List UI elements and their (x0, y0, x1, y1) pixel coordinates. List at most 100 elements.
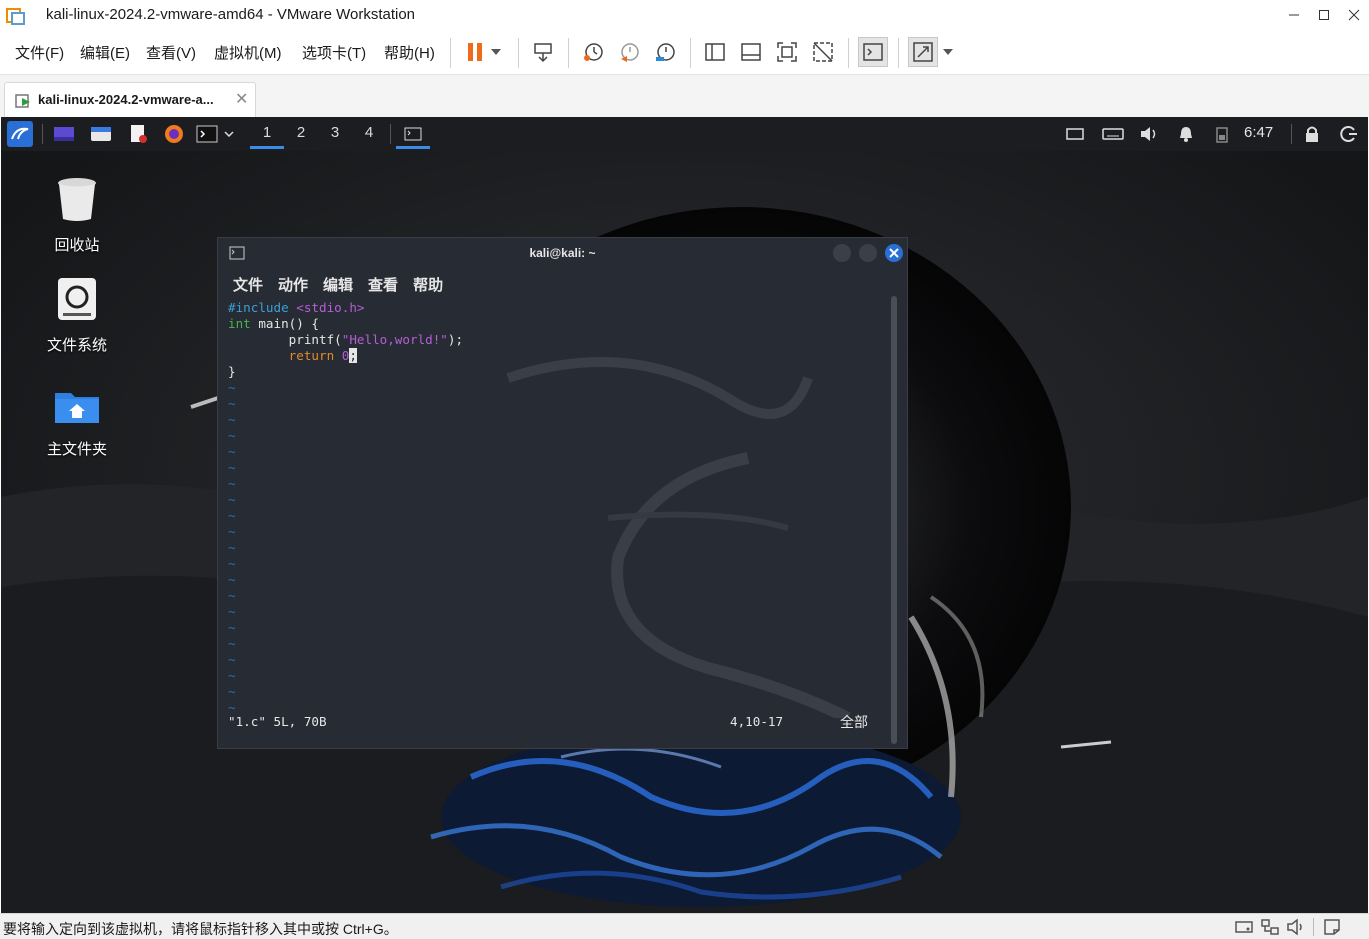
sound-card-icon[interactable] (1286, 918, 1306, 936)
vmware-window: kali-linux-2024.2-vmware-amd64 - VMware … (0, 0, 1369, 939)
kali-dragon-watermark (506, 357, 851, 718)
tab-close-icon[interactable]: ✕ (235, 89, 248, 109)
workspace-1[interactable]: 1 (250, 123, 284, 149)
unity-mode-icon[interactable] (810, 39, 836, 65)
terminal-menu-help[interactable]: 帮助 (413, 274, 443, 295)
terminal-menu-edit[interactable]: 编辑 (323, 274, 353, 295)
terminal-menubar: 文件 动作 编辑 查看 帮助 (233, 274, 443, 295)
workspace-3[interactable]: 3 (318, 123, 352, 149)
vm-tab[interactable]: kali-linux-2024.2-vmware-a... ✕ (4, 82, 256, 117)
desktop-home[interactable]: 主文件夹 (27, 387, 127, 459)
stretch-dropdown-icon[interactable] (940, 39, 956, 65)
window-title: kali-linux-2024.2-vmware-amd64 - VMware … (46, 6, 416, 23)
text-editor-icon[interactable] (127, 123, 149, 145)
vim-empty-line-marker: ~ (228, 412, 236, 427)
revert-snapshot-icon[interactable] (616, 39, 642, 65)
show-desktop-icon[interactable] (53, 123, 75, 145)
vim-empty-line-marker: ~ (228, 508, 236, 523)
terminal-close-button[interactable] (885, 244, 903, 262)
vim-scope: 全部 (840, 715, 868, 731)
vmware-logo-icon (6, 8, 25, 25)
terminal-menu-action[interactable]: 动作 (278, 274, 308, 295)
status-bar: 要将输入定向到该虚拟机，请将鼠标指针移入其中或按 Ctrl+G。 (0, 913, 1369, 939)
vim-empty-line-marker: ~ (228, 524, 236, 539)
terminal-minimize-button[interactable] (833, 244, 851, 262)
pause-dropdown-icon[interactable] (488, 39, 504, 65)
vim-empty-line-marker: ~ (228, 396, 236, 411)
network-adapter-icon[interactable] (1260, 918, 1280, 936)
terminal-menu-view[interactable]: 查看 (368, 274, 398, 295)
text-cursor: ; (349, 348, 357, 363)
vm-display[interactable]: 1 2 3 4 6:47 回收站 文件系统 主文件夹 kali@kali: ~ … (1, 117, 1368, 913)
close-button[interactable] (1339, 0, 1369, 30)
vim-empty-line-marker: ~ (228, 460, 236, 475)
vim-empty-line-marker: ~ (228, 444, 236, 459)
vim-empty-line-marker: ~ (228, 540, 236, 555)
tab-bar: kali-linux-2024.2-vmware-a... ✕ (0, 74, 1369, 117)
terminal-menu-file[interactable]: 文件 (233, 274, 263, 295)
full-screen-icon[interactable] (774, 39, 800, 65)
snapshot-manager-icon[interactable] (652, 39, 678, 65)
vm-tab-icon (15, 94, 30, 108)
terminal-scrollbar[interactable] (891, 296, 897, 744)
vim-empty-line-marker: ~ (228, 668, 236, 683)
minimize-button[interactable] (1279, 0, 1309, 30)
filesystem-label: 文件系统 (46, 337, 107, 354)
vim-empty-line-marker: ~ (228, 492, 236, 507)
vim-empty-line-marker: ~ (228, 604, 236, 619)
display-icon[interactable] (1064, 123, 1086, 145)
vim-empty-line-marker: ~ (228, 636, 236, 651)
terminal-launcher-icon[interactable] (195, 123, 219, 145)
vim-empty-line-marker: ~ (228, 684, 236, 699)
taskbar-terminal-icon[interactable] (396, 121, 430, 149)
battery-icon[interactable] (1211, 123, 1233, 145)
menu-edit[interactable]: 编辑(E) (80, 42, 130, 63)
file-manager-icon[interactable] (90, 123, 112, 145)
vim-empty-line-marker: ~ (228, 556, 236, 571)
trash-icon (58, 178, 96, 221)
panel-clock[interactable]: 6:47 (1244, 124, 1273, 141)
desktop-trash[interactable]: 回收站 (27, 175, 127, 255)
menu-toolbar: 文件(F) 编辑(E) 查看(V) 虚拟机(M) 选项卡(T) 帮助(H) (0, 32, 1369, 74)
menu-tabs[interactable]: 选项卡(T) (302, 42, 366, 63)
hard-disk-icon[interactable] (1234, 918, 1254, 936)
lock-screen-icon[interactable] (1301, 123, 1323, 145)
firefox-icon[interactable] (163, 123, 185, 145)
vim-empty-line-marker: ~ (228, 572, 236, 587)
terminal-window[interactable]: kali@kali: ~ 文件 动作 编辑 查看 帮助 #include <st… (217, 237, 908, 749)
workspace-4[interactable]: 4 (352, 123, 386, 149)
kali-menu-icon[interactable] (7, 121, 33, 147)
show-library-icon[interactable] (702, 39, 728, 65)
pause-icon[interactable] (462, 39, 488, 65)
vim-empty-line-marker: ~ (228, 652, 236, 667)
terminal-maximize-button[interactable] (859, 244, 877, 262)
home-label: 主文件夹 (46, 441, 107, 458)
menu-file[interactable]: 文件(F) (15, 42, 64, 63)
status-message: 要将输入定向到该虚拟机，请将鼠标指针移入其中或按 Ctrl+G。 (3, 921, 398, 937)
stretch-guest-icon[interactable] (908, 37, 938, 67)
vim-empty-line-marker: ~ (228, 380, 236, 395)
message-log-icon[interactable] (1322, 918, 1342, 936)
keyboard-icon[interactable] (1101, 123, 1125, 145)
vim-buffer[interactable]: #include <stdio.h> int main() { printf("H… (228, 300, 463, 716)
logout-icon[interactable] (1338, 123, 1360, 145)
thumbnail-bar-icon[interactable] (738, 39, 764, 65)
desktop-filesystem[interactable]: 文件系统 (27, 277, 127, 355)
menu-vm[interactable]: 虚拟机(M) (214, 42, 282, 63)
drive-icon (58, 278, 96, 320)
snapshot-icon[interactable] (580, 39, 606, 65)
menu-view[interactable]: 查看(V) (146, 42, 196, 63)
vim-empty-line-marker: ~ (228, 620, 236, 635)
vim-empty-line-marker: ~ (228, 588, 236, 603)
menu-help[interactable]: 帮助(H) (384, 42, 435, 63)
send-ctrl-alt-del-icon[interactable] (530, 39, 556, 65)
terminal-titlebar[interactable]: kali@kali: ~ (218, 238, 907, 268)
terminal-dropdown-icon[interactable] (222, 123, 236, 145)
maximize-button[interactable] (1309, 0, 1339, 30)
home-folder-icon (55, 393, 99, 423)
vim-empty-line-marker: ~ (228, 428, 236, 443)
workspace-2[interactable]: 2 (284, 123, 318, 149)
console-view-icon[interactable] (858, 37, 888, 67)
volume-icon[interactable] (1138, 123, 1160, 145)
notifications-icon[interactable] (1175, 123, 1197, 145)
